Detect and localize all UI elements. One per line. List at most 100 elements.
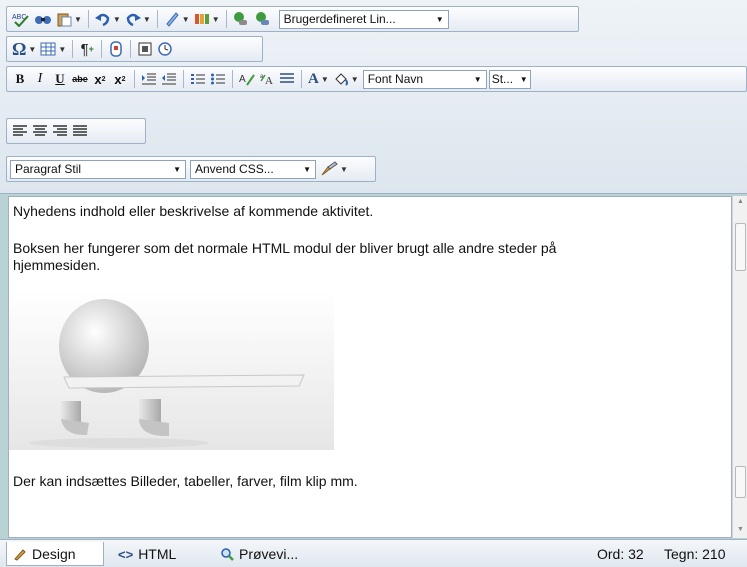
paragraph-style-dropdown[interactable]: Paragraf Stil ▼ [10,159,186,179]
media-manager-icon[interactable]: ▼ [192,9,222,29]
superscript-button[interactable]: x2 [90,69,110,89]
find-replace-icon[interactable] [32,9,54,29]
chevron-down-icon[interactable]: ▼ [212,15,220,24]
chevron-down-icon[interactable]: ▼ [58,45,66,54]
magnifier-icon [221,548,234,561]
toolbar-separator [134,70,135,88]
svg-text:A: A [265,75,273,87]
undo-icon[interactable]: ▼ [93,9,123,29]
figure-with-board-image [9,291,334,450]
align-left-icon[interactable] [10,121,30,141]
font-name-dropdown-value: Font Navn [367,72,424,86]
toolbar-separator [101,40,103,58]
chevron-down-icon[interactable]: ▼ [351,75,359,84]
tab-design[interactable]: Design [6,542,104,566]
insert-link-icon[interactable] [231,9,253,29]
content-paragraph-2-line-1: Boksen her fungerer som det normale HTML… [13,240,557,256]
format-painter-icon[interactable]: ▼ [318,159,350,179]
rich-text-editor: ABC ▼ ▼ ▼ ▼ ▼ Brugerdefineret Lin... ▼ Ω… [0,0,747,567]
numbered-list-icon[interactable] [188,69,208,89]
chevron-down-icon[interactable]: ▼ [182,15,190,24]
scrollbar-thumb[interactable] [735,466,746,498]
custom-link-dropdown[interactable]: Brugerdefineret Lin... ▼ [278,9,449,29]
tab-html-label: HTML [138,546,177,562]
content-paragraph-2-line-2: hjemmesiden. [13,257,101,273]
tab-preview[interactable]: Prøvevi... [214,542,304,566]
toolbar-area: ABC ▼ ▼ ▼ ▼ ▼ Brugerdefineret Lin... ▼ Ω… [0,0,747,194]
align-right-icon[interactable] [50,121,70,141]
format-stripper-icon[interactable]: A [237,69,257,89]
content-paragraph-1: Nyhedens indhold eller beskrivelse af ko… [13,203,374,219]
chevron-down-icon: ▼ [473,74,482,84]
underline-button[interactable]: U [50,69,70,89]
tab-html[interactable]: <> HTML [112,542,182,566]
form-element-icon[interactable] [106,39,126,59]
code-brackets-icon: <> [118,546,134,562]
bold-button[interactable]: B [10,69,30,89]
content-editable-area[interactable]: Nyhedens indhold eller beskrivelse af ko… [8,196,732,538]
outdent-icon[interactable] [159,69,179,89]
toolbar-row-2: Ω ▼ ▼ ¶ + [6,36,263,62]
toolbar-separator [72,40,74,58]
insert-time-icon[interactable] [155,39,175,59]
align-justify-icon[interactable] [70,121,90,141]
insert-date-icon[interactable] [135,39,155,59]
chevron-down-icon[interactable]: ▼ [28,45,36,54]
font-name-dropdown[interactable]: Font Navn ▼ [362,69,487,89]
chevron-down-icon[interactable]: ▼ [74,15,82,24]
font-size-dropdown-value: St... [491,72,514,86]
special-chars-icon[interactable]: Ω ▼ [10,39,38,59]
word-count: Ord: 32 [597,546,644,562]
inserted-image[interactable] [9,291,334,450]
scroll-down-arrow-icon[interactable]: ▼ [737,526,744,533]
apply-css-dropdown-value: Anvend CSS... [195,162,274,176]
paragraph-mark-icon[interactable]: ¶ + [77,39,97,59]
chevron-down-icon[interactable]: ▼ [321,75,329,84]
insert-table-icon[interactable]: ▼ [38,39,68,59]
italic-button[interactable]: I [30,69,50,89]
bullet-list-icon[interactable] [208,69,228,89]
content-scrollbar[interactable]: ▲ ▼ [732,196,747,538]
svg-text:A: A [239,74,246,85]
chevron-down-icon[interactable]: ▼ [143,15,151,24]
chevron-down-icon: ▼ [435,14,444,24]
scrollbar-thumb[interactable] [735,223,746,271]
custom-link-dropdown-value: Brugerdefineret Lin... [283,12,396,26]
plus-icon: + [88,44,94,54]
letter-a-icon: A [308,70,319,87]
chevron-down-icon: ▼ [519,74,528,84]
toolbar-row-1: ABC ▼ ▼ ▼ ▼ ▼ Brugerdefineret Lin... ▼ [6,6,579,32]
content-paragraph-3: Der kan indsættes Billeder, tabeller, fa… [13,473,358,489]
tab-design-label: Design [32,545,76,562]
toolbar-separator [183,70,184,88]
align-center-icon[interactable] [30,121,50,141]
toolbar-row-3: B I U abe x2 x2 A Aa A ▼ ▼ Font Navn ▼ S… [6,66,747,92]
spellcheck-icon[interactable]: ABC [10,9,32,29]
convert-case-icon[interactable]: Aa [257,69,277,89]
chevron-down-icon[interactable]: ▼ [113,15,121,24]
tab-preview-label: Prøvevi... [239,546,299,562]
redo-icon[interactable]: ▼ [123,9,153,29]
editor-status-bar: Design <> HTML Prøvevi... Ord: 32 Tegn: … [0,539,747,567]
font-color-icon[interactable]: A ▼ [306,69,331,89]
pencil-icon [14,548,26,561]
highlight-pen-icon[interactable]: ▼ [162,9,192,29]
pilcrow-icon: ¶ [80,40,89,58]
subscript-button[interactable]: x2 [110,69,130,89]
paragraph-style-dropdown-value: Paragraf Stil [15,162,82,176]
toolbar-separator [301,70,302,88]
font-size-dropdown[interactable]: St... ▼ [488,69,531,89]
toolbar-separator [87,10,89,28]
justify-text-icon[interactable] [277,69,297,89]
remove-link-icon[interactable] [253,9,275,29]
apply-css-dropdown[interactable]: Anvend CSS... ▼ [190,159,316,179]
chevron-down-icon[interactable]: ▼ [340,165,348,174]
paste-icon[interactable]: ▼ [54,9,84,29]
background-color-icon[interactable]: ▼ [331,69,361,89]
scroll-up-arrow-icon[interactable]: ▲ [737,198,744,205]
strikethrough-button[interactable]: abe [70,69,90,89]
toolbar-separator [232,70,233,88]
toolbar-row-4 [6,118,146,144]
indent-icon[interactable] [139,69,159,89]
toolbar-separator [130,40,132,58]
